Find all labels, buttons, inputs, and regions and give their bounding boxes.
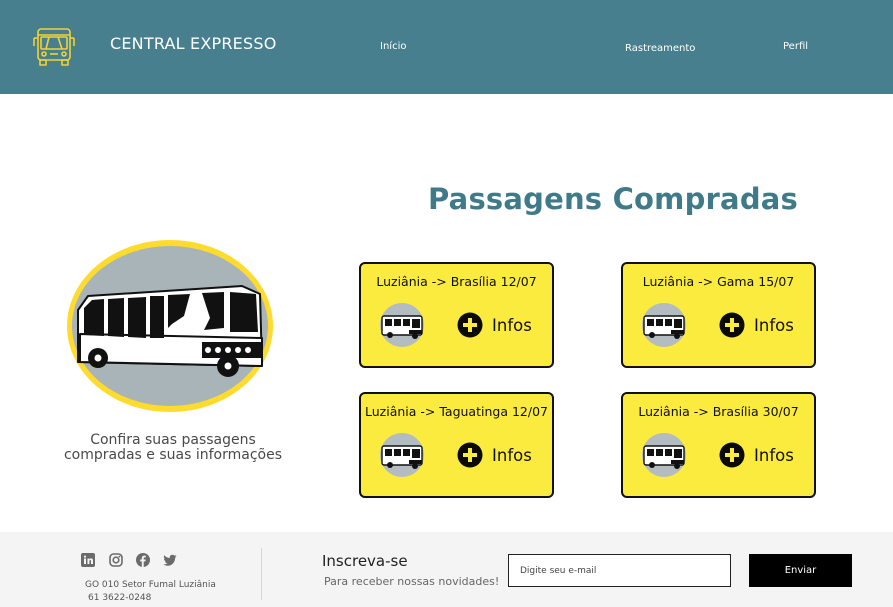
footer: GO 010 Setor Fumal Luziânia 61 3622-0248… <box>0 532 893 607</box>
bus-outline-icon[interactable] <box>31 25 77 69</box>
brand-name: CENTRAL EXPRESSO <box>110 34 277 53</box>
illustration-caption: Confira suas passagens compradas e suas … <box>40 433 306 463</box>
ticket-route: Luziânia -> Gama 15/07 <box>642 274 795 289</box>
send-button[interactable]: Enviar <box>749 554 852 587</box>
ticket-route: Luziânia -> Brasília 12/07 <box>376 274 537 289</box>
bus-icon <box>380 433 424 477</box>
infos-button[interactable]: Infos <box>492 316 532 335</box>
plus-circle-icon[interactable] <box>457 312 483 338</box>
bus-icon <box>642 433 686 477</box>
ticket-route: Luziânia -> Brasília 30/07 <box>638 404 799 419</box>
subscribe-subtitle: Para receber nossas novidades! <box>324 575 500 588</box>
plus-circle-icon[interactable] <box>719 442 745 468</box>
ticket-card-4[interactable]: Luziânia -> Brasília 30/07 Infos <box>621 392 816 498</box>
bus-icon <box>642 303 686 347</box>
ticket-card-2[interactable]: Luziânia -> Gama 15/07 Infos <box>621 262 816 368</box>
infos-button[interactable]: Infos <box>754 446 794 465</box>
ticket-card-3[interactable]: Luziânia -> Taguatinga 12/07 Infos <box>359 392 554 498</box>
linkedin-icon[interactable] <box>81 553 95 567</box>
page: CENTRAL EXPRESSO Início Rastreamento Per… <box>0 0 893 607</box>
ticket-route: Luziânia -> Taguatinga 12/07 <box>365 404 548 419</box>
footer-divider <box>261 548 262 600</box>
nav-rastreamento[interactable]: Rastreamento <box>625 43 695 54</box>
caption-line-2: compradas e suas informações <box>63 447 283 463</box>
subscribe-title: Inscreva-se <box>322 552 408 570</box>
email-input[interactable] <box>508 554 731 587</box>
instagram-icon[interactable] <box>109 553 123 567</box>
plus-circle-icon[interactable] <box>719 312 745 338</box>
caption-line-1: Confira suas passagens <box>90 432 256 448</box>
footer-address: GO 010 Setor Fumal Luziânia <box>85 580 216 590</box>
facebook-icon[interactable] <box>136 553 150 567</box>
page-title: Passagens Compradas <box>428 182 799 216</box>
infos-button[interactable]: Infos <box>492 446 532 465</box>
plus-circle-icon[interactable] <box>457 442 483 468</box>
nav-inicio[interactable]: Início <box>380 41 406 52</box>
bus-icon <box>380 303 424 347</box>
footer-phone: 61 3622-0248 <box>88 593 152 603</box>
nav-perfil[interactable]: Perfil <box>783 41 808 52</box>
infos-button[interactable]: Infos <box>754 316 794 335</box>
ticket-card-1[interactable]: Luziânia -> Brasília 12/07 Infos <box>359 262 554 368</box>
bus-illustration-icon <box>67 240 273 412</box>
twitter-icon[interactable] <box>163 553 177 567</box>
header: CENTRAL EXPRESSO Início Rastreamento Per… <box>0 0 893 94</box>
